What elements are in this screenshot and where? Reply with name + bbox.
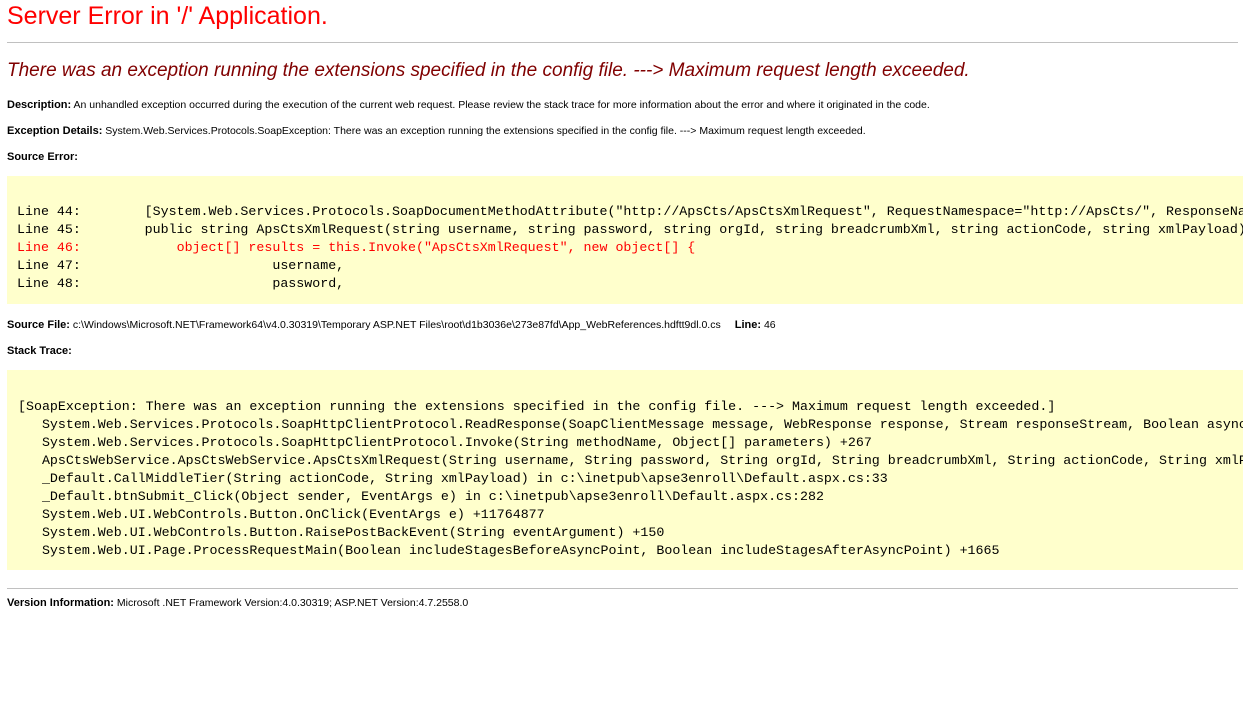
source-file-path: c:\Windows\Microsoft.NET\Framework64\v4.… [72,319,721,331]
page-title: Server Error in '/' Application. [7,2,328,30]
source-line-number: 46 [763,319,776,331]
stack-trace-line: _Default.btnSubmit_Click(Object sender, … [18,489,824,504]
source-line-label: Line: [734,319,762,331]
source-error-code: Line 44: [System.Web.Services.Protocols.… [7,176,1253,293]
stack-trace-label: Stack Trace: [7,345,72,357]
source-code-line: Line 46: object[] results = this.Invoke(… [17,240,696,255]
stack-trace-line: System.Web.Services.Protocols.SoapHttpCl… [18,435,872,450]
title-divider [7,42,1238,43]
page-right-edge [1243,60,1253,715]
source-error-label: Source Error: [7,151,78,163]
exception-details-line: Exception Details: System.Web.Services.P… [7,124,866,138]
stack-trace-line: [SoapException: There was an exception r… [18,399,1056,414]
stack-trace-line: System.Web.UI.WebControls.Button.RaisePo… [18,525,665,540]
exception-details-label: Exception Details: [7,125,103,137]
source-file-line: Source File: c:\Windows\Microsoft.NET\Fr… [7,318,776,332]
source-code-line: Line 44: [System.Web.Services.Protocols.… [17,204,1253,219]
stack-trace-line: System.Web.Services.Protocols.SoapHttpCl… [18,417,1253,432]
description-text: An unhandled exception occurred during t… [73,99,930,111]
version-info-label: Version Information: [7,597,114,609]
source-code-line: Line 47: username, [17,258,345,273]
stack-trace-code-box[interactable]: [SoapException: There was an exception r… [7,370,1253,570]
source-file-label: Source File: [7,319,70,331]
stack-trace-line: ApsCtsWebService.ApsCtsWebService.ApsCts… [41,453,1253,468]
error-message: There was an exception running the exten… [7,60,970,81]
stack-trace-line: System.Web.UI.Page.ProcessRequestMain(Bo… [18,543,1000,558]
version-info-line: Version Information: Microsoft .NET Fram… [7,596,468,610]
description-label: Description: [7,99,72,111]
source-error-code-box[interactable]: Line 44: [System.Web.Services.Protocols.… [7,176,1253,304]
version-divider [7,588,1238,589]
version-info-text: Microsoft .NET Framework Version:4.0.303… [116,597,469,609]
exception-details-text: System.Web.Services.Protocols.SoapExcept… [105,125,866,137]
description-line: Description: An unhandled exception occu… [7,98,930,112]
stack-trace-line: System.Web.UI.WebControls.Button.OnClick… [18,507,545,522]
stack-trace-code: [SoapException: There was an exception r… [7,370,1253,560]
stack-trace-heading: Stack Trace: [7,344,72,358]
source-error-heading: Source Error: [7,150,78,164]
stack-trace-line: _Default.CallMiddleTier(String actionCod… [18,471,888,486]
source-code-line: Line 45: public string ApsCtsXmlRequest(… [17,222,1253,237]
source-code-line: Line 48: password, [17,276,345,291]
